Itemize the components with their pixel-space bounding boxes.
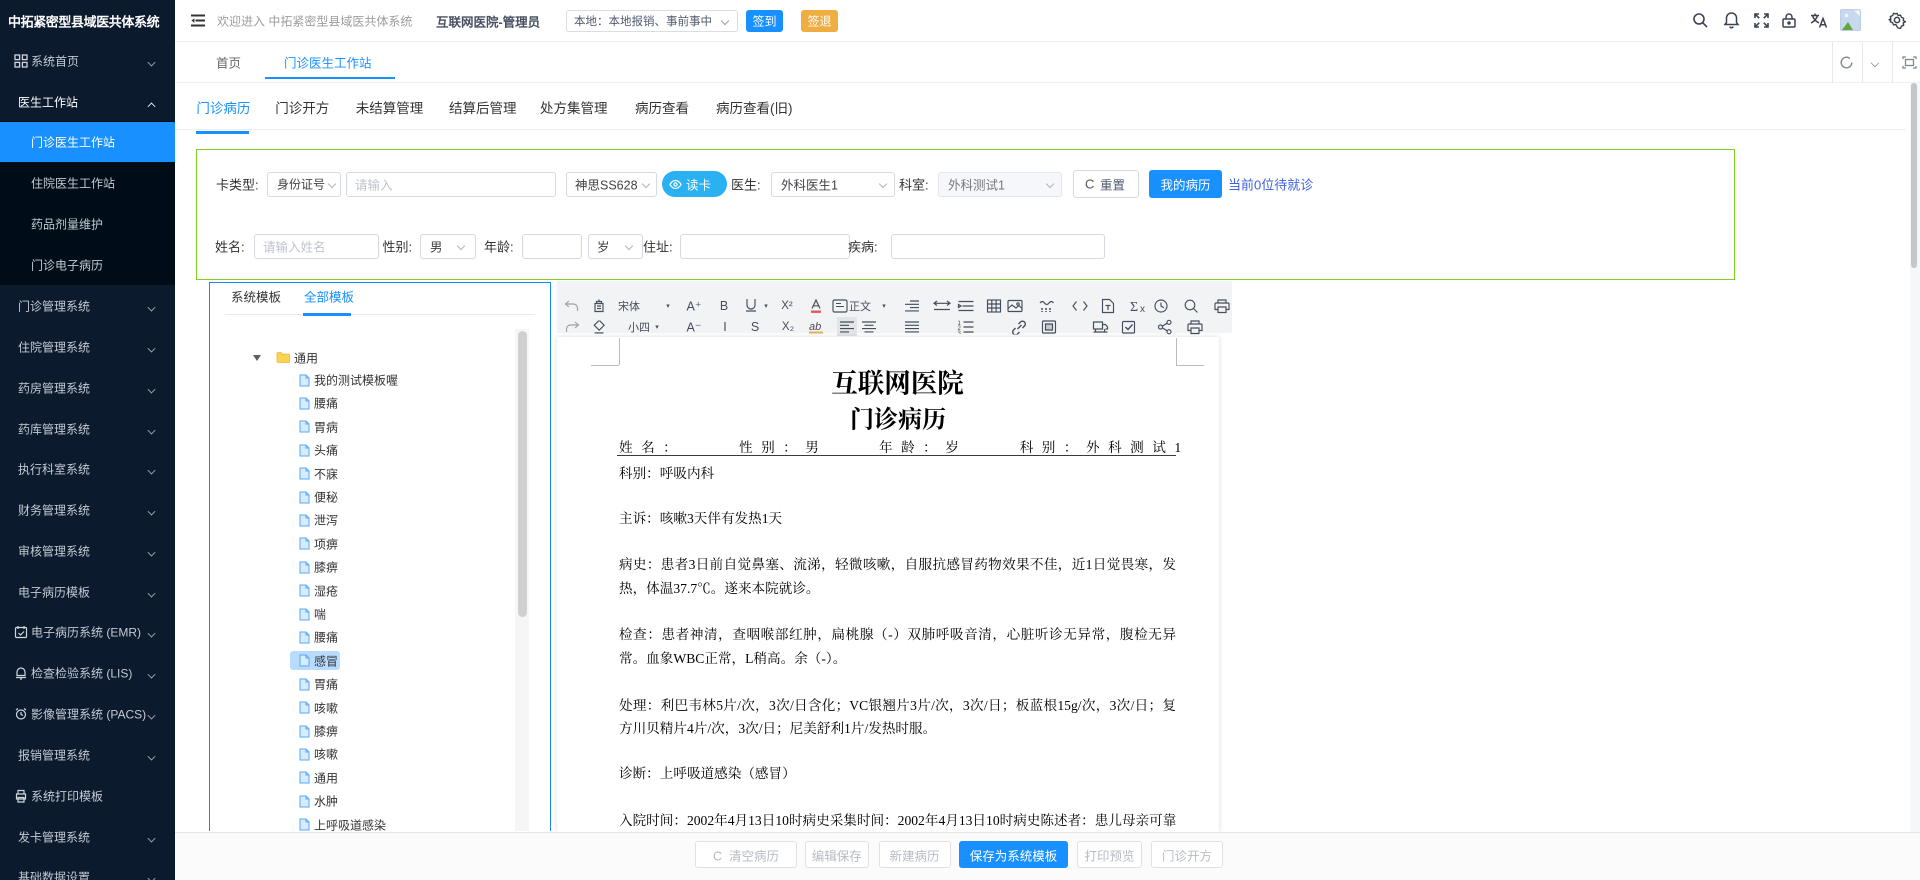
svg-text:Σ: Σ xyxy=(1130,300,1138,313)
svg-text:3: 3 xyxy=(958,331,962,334)
svg-text:x: x xyxy=(1140,304,1145,313)
svg-text:ab: ab xyxy=(809,321,821,333)
